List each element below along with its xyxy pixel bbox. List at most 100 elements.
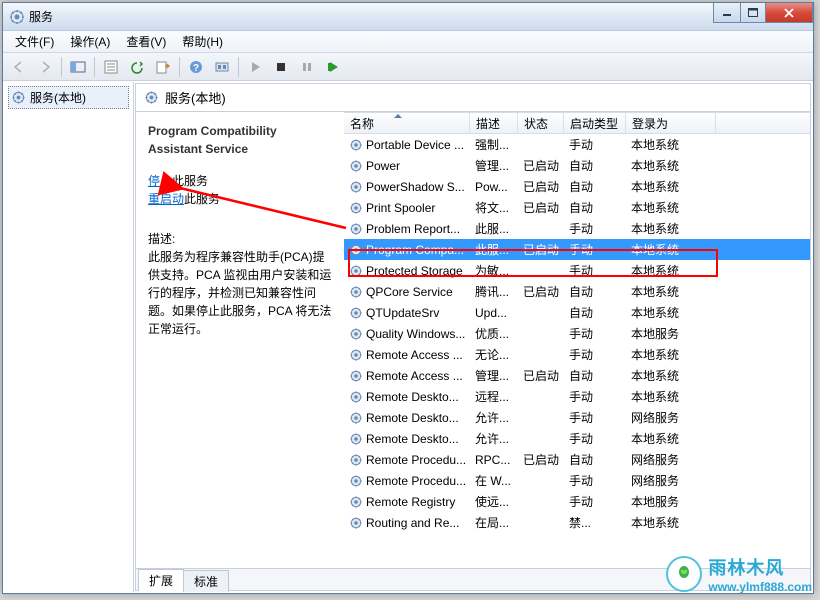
col-desc[interactable]: 描述	[470, 113, 518, 133]
cell-start: 手动	[564, 325, 626, 342]
service-row[interactable]: PowerShadow S...Pow...已启动自动本地系统	[344, 176, 810, 197]
service-row[interactable]: Print Spooler将文...已启动自动本地系统	[344, 197, 810, 218]
service-row[interactable]: Power管理...已启动自动本地系统	[344, 155, 810, 176]
cell-desc: 优质...	[470, 325, 518, 342]
show-hide-button[interactable]	[66, 56, 90, 78]
cell-logon: 网络服务	[626, 451, 716, 468]
cell-desc: 此服...	[470, 241, 518, 258]
cell-name: Routing and Re...	[344, 516, 470, 530]
service-row[interactable]: Program Compa...此服...已启动手动本地系统	[344, 239, 810, 260]
service-row[interactable]: Portable Device ...强制...手动本地系统	[344, 134, 810, 155]
cell-start: 自动	[564, 199, 626, 216]
service-row[interactable]: Quality Windows...优质...手动本地服务	[344, 323, 810, 344]
cell-desc: Upd...	[470, 306, 518, 320]
list-header: 名称 描述 状态 启动类型 登录为	[344, 112, 810, 134]
cell-name: Power	[344, 159, 470, 173]
export-button[interactable]	[151, 56, 175, 78]
pause-service-button[interactable]	[295, 56, 319, 78]
titlebar[interactable]: 服务	[3, 3, 813, 31]
service-row[interactable]: Protected Storage为敏...手动本地系统	[344, 260, 810, 281]
cell-start: 手动	[564, 220, 626, 237]
cell-start: 手动	[564, 136, 626, 153]
forward-button[interactable]	[33, 56, 57, 78]
back-button[interactable]	[7, 56, 31, 78]
menu-help[interactable]: 帮助(H)	[174, 31, 231, 52]
service-row[interactable]: Remote Deskto...允许...手动本地系统	[344, 428, 810, 449]
cell-desc: 强制...	[470, 136, 518, 153]
cell-name: Remote Procedu...	[344, 453, 470, 467]
service-row[interactable]: Remote Deskto...允许...手动网络服务	[344, 407, 810, 428]
properties-button[interactable]	[99, 56, 123, 78]
cell-logon: 本地系统	[626, 514, 716, 531]
col-status[interactable]: 状态	[518, 113, 564, 133]
cell-desc: 允许...	[470, 409, 518, 426]
cell-desc: 远程...	[470, 388, 518, 405]
service-row[interactable]: Remote Procedu...在 W...手动网络服务	[344, 470, 810, 491]
cell-desc: 管理...	[470, 367, 518, 384]
stop-service-button[interactable]	[269, 56, 293, 78]
list-body[interactable]: Portable Device ...强制...手动本地系统Power管理...…	[344, 134, 810, 568]
separator	[94, 57, 95, 77]
service-row[interactable]: Remote Procedu...RPC...已启动自动网络服务	[344, 449, 810, 470]
cell-status: 已启动	[518, 451, 564, 468]
col-logon[interactable]: 登录为	[626, 113, 716, 133]
help-button[interactable]: ?	[184, 56, 208, 78]
desc-label: 描述:	[148, 230, 332, 248]
cell-start: 手动	[564, 346, 626, 363]
cell-name: Print Spooler	[344, 201, 470, 215]
maximize-button[interactable]	[740, 3, 766, 23]
cell-status: 已启动	[518, 178, 564, 195]
start-service-button[interactable]	[243, 56, 267, 78]
menu-action[interactable]: 操作(A)	[62, 31, 118, 52]
selected-service-title: Program Compatibility Assistant Service	[148, 122, 332, 158]
cell-logon: 本地系统	[626, 220, 716, 237]
service-row[interactable]: QPCore Service腾讯...已启动自动本地系统	[344, 281, 810, 302]
cell-desc: RPC...	[470, 453, 518, 467]
cell-name: Remote Access ...	[344, 348, 470, 362]
services-icon	[11, 90, 26, 105]
window-title: 服务	[29, 8, 53, 25]
cell-name: Protected Storage	[344, 264, 470, 278]
cell-desc: 管理...	[470, 157, 518, 174]
cell-logon: 本地服务	[626, 493, 716, 510]
cell-logon: 本地系统	[626, 157, 716, 174]
service-row[interactable]: Problem Report...此服...手动本地系统	[344, 218, 810, 239]
service-row[interactable]: Remote Registry使远...手动本地服务	[344, 491, 810, 512]
cell-logon: 本地系统	[626, 346, 716, 363]
cell-name: Remote Deskto...	[344, 390, 470, 404]
service-row[interactable]: Routing and Re...在局...禁...本地系统	[344, 512, 810, 533]
tab-standard[interactable]: 标准	[183, 570, 229, 592]
service-row[interactable]: QTUpdateSrvUpd...自动本地系统	[344, 302, 810, 323]
cell-logon: 本地系统	[626, 262, 716, 279]
restart-link[interactable]: 重启动	[148, 192, 184, 206]
cell-logon: 本地系统	[626, 304, 716, 321]
tool-button[interactable]	[210, 56, 234, 78]
services-list: 名称 描述 状态 启动类型 登录为 Portable Device ...强制.…	[344, 112, 810, 568]
cell-start: 禁...	[564, 514, 626, 531]
services-icon	[9, 9, 25, 25]
col-name[interactable]: 名称	[344, 113, 470, 133]
menu-file[interactable]: 文件(F)	[7, 31, 62, 52]
cell-start: 自动	[564, 157, 626, 174]
watermark: 雨林木风 www.ylmf888.com	[666, 554, 812, 594]
tab-extended[interactable]: 扩展	[138, 569, 184, 591]
right-pane: 服务(本地) Program Compatibility Assistant S…	[135, 83, 811, 591]
cell-desc: 使远...	[470, 493, 518, 510]
stop-link[interactable]: 停止	[148, 174, 172, 188]
minimize-button[interactable]	[713, 3, 741, 23]
cell-name: Remote Access ...	[344, 369, 470, 383]
cell-name: QTUpdateSrv	[344, 306, 470, 320]
menu-view[interactable]: 查看(V)	[118, 31, 174, 52]
tree-root-services[interactable]: 服务(本地)	[8, 86, 129, 109]
refresh-button[interactable]	[125, 56, 149, 78]
close-button[interactable]	[765, 3, 813, 23]
service-row[interactable]: Remote Deskto...远程...手动本地系统	[344, 386, 810, 407]
restart-service-button[interactable]	[321, 56, 345, 78]
cell-desc: 允许...	[470, 430, 518, 447]
col-start[interactable]: 启动类型	[564, 113, 626, 133]
cell-start: 自动	[564, 178, 626, 195]
cell-start: 手动	[564, 430, 626, 447]
service-row[interactable]: Remote Access ...无论...手动本地系统	[344, 344, 810, 365]
cell-logon: 本地服务	[626, 325, 716, 342]
service-row[interactable]: Remote Access ...管理...已启动自动本地系统	[344, 365, 810, 386]
